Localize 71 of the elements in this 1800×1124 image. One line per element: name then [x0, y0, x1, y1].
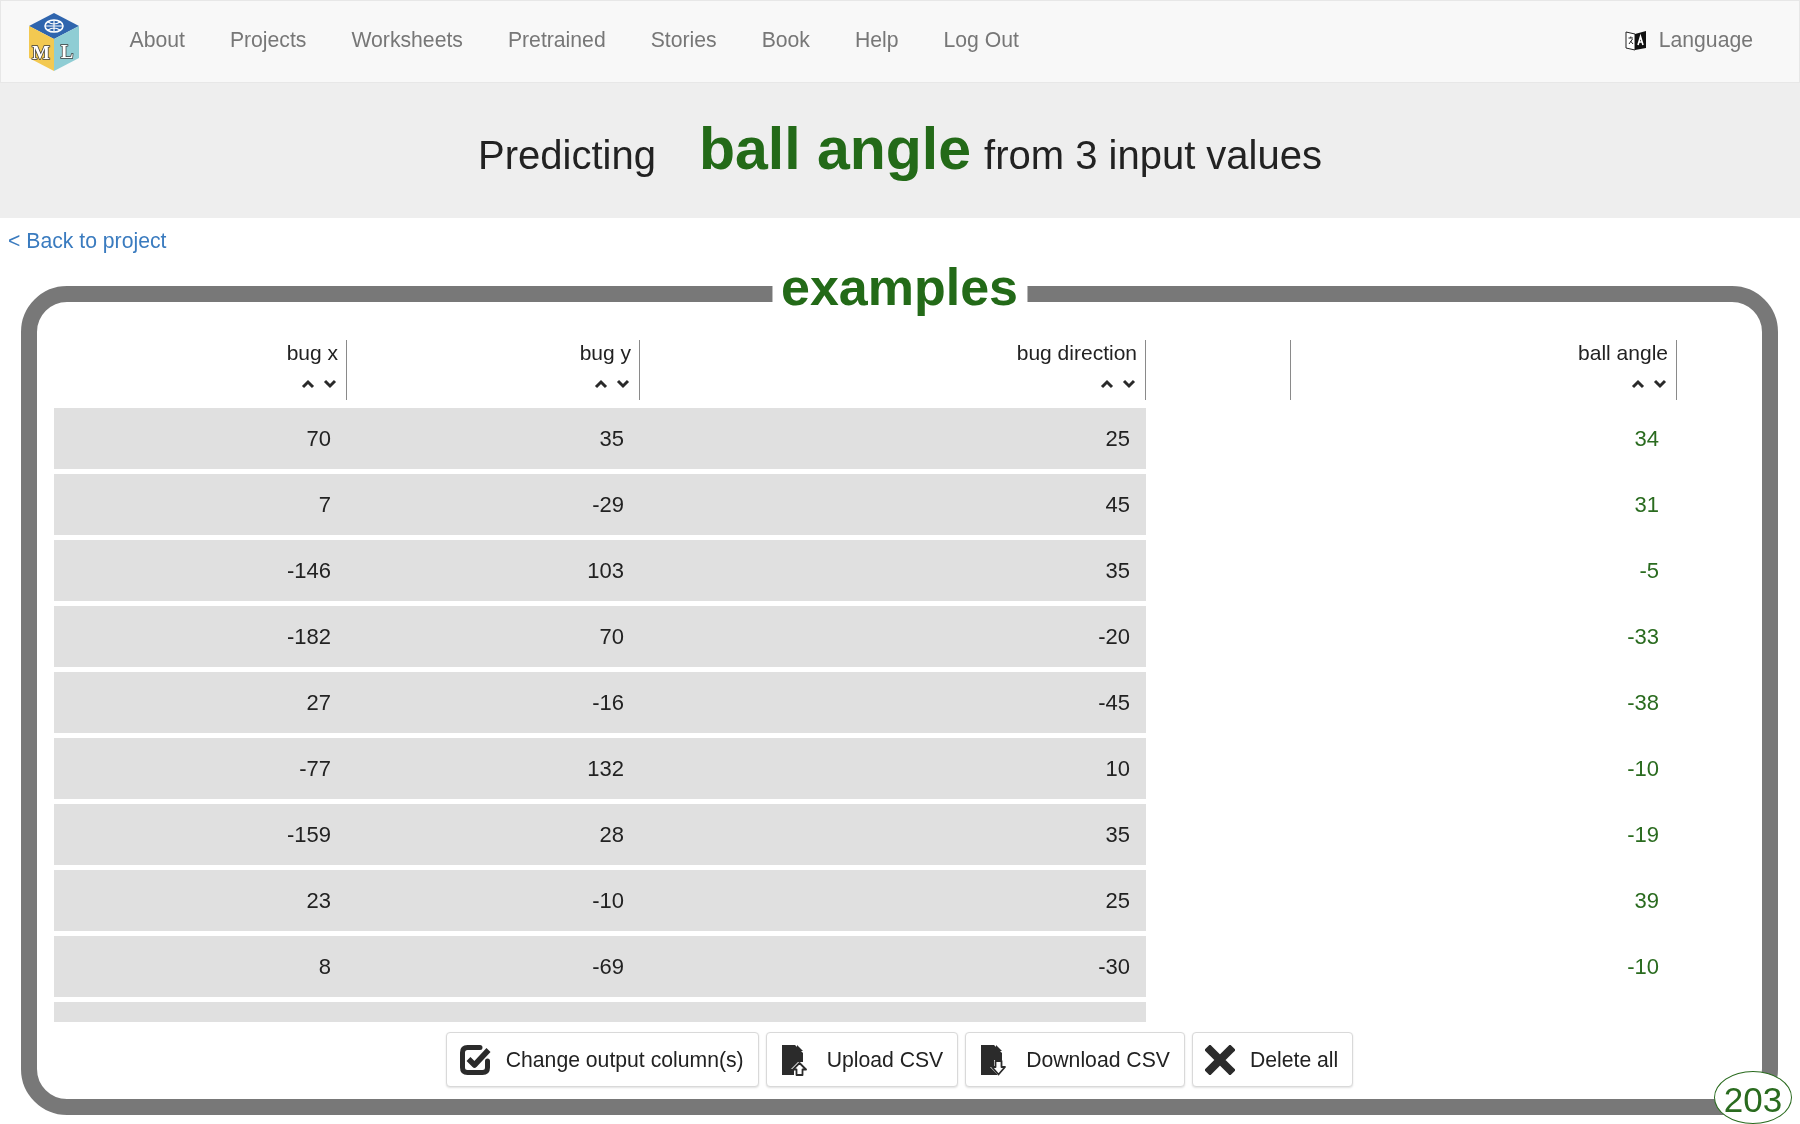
chevron-down-icon[interactable]: [323, 379, 337, 389]
table-cell: 23: [54, 870, 347, 931]
count-badge: 203: [1714, 1071, 1792, 1124]
table-cell-text: 31: [1633, 491, 1660, 519]
cross-icon: [1204, 1044, 1235, 1075]
table-cell: -10: [347, 870, 640, 931]
nav-link[interactable]: Help: [832, 26, 921, 53]
chevron-down-icon[interactable]: [616, 379, 630, 389]
table-cell: 27: [54, 672, 347, 733]
download-button[interactable]: Download CSV: [965, 1032, 1185, 1087]
table-cell: 28: [347, 804, 640, 865]
chevron-up-icon[interactable]: [1631, 379, 1645, 389]
chevron-down-icon[interactable]: [1653, 379, 1667, 389]
chevron-down-icon[interactable]: [1122, 379, 1136, 389]
nav-link[interactable]: Projects: [207, 26, 329, 53]
table-cell: -45: [640, 672, 1146, 733]
table-cell: 103: [347, 540, 640, 601]
table-cell: -16: [347, 672, 640, 733]
table-cell: -182: [54, 606, 347, 667]
nav-link[interactable]: Stories: [628, 26, 740, 53]
table-cell: 45: [640, 474, 1146, 535]
table-cell-text: -5: [1638, 557, 1660, 585]
table-cell: -146: [54, 540, 347, 601]
nav-link[interactable]: Book: [739, 26, 833, 53]
table-cell: -29: [347, 474, 640, 535]
chevron-up-icon[interactable]: [301, 379, 315, 389]
change-columns-button[interactable]: Change output column(s): [445, 1032, 759, 1087]
table-cell-text: 39: [1633, 887, 1660, 915]
table-cell: -77: [54, 738, 347, 799]
table-cell: -20: [640, 606, 1146, 667]
table-cell: 8: [54, 936, 347, 997]
language-menu[interactable]: Language: [1624, 26, 1753, 53]
chevron-up-icon[interactable]: [594, 379, 608, 389]
chevron-up-icon[interactable]: [1100, 379, 1114, 389]
back-link[interactable]: < Back to project: [8, 229, 167, 252]
table-cell: 35: [640, 540, 1146, 601]
document-arrow-down-icon: [980, 1043, 1007, 1076]
heading-text: from 3 input values: [984, 135, 1322, 175]
table-cell: 25: [640, 408, 1146, 469]
heading-text: Predicting: [478, 135, 656, 175]
table-cell: 35: [640, 804, 1146, 865]
table-cell-text: -33: [1626, 623, 1660, 651]
table-cell-text: -38: [1626, 689, 1660, 717]
column-header: bug x: [286, 340, 338, 366]
table-cell-text: -10: [1626, 953, 1660, 981]
document-arrow-up-icon: [780, 1043, 807, 1076]
target-name: ball angle: [698, 120, 972, 179]
table-cell-text: -10: [1626, 755, 1660, 783]
table-cell: 70: [54, 408, 347, 469]
translate-icon: [1624, 28, 1647, 51]
table-cell-text: -19: [1626, 821, 1660, 849]
table-cell: -69: [347, 936, 640, 997]
table-cell: 7: [54, 474, 347, 535]
table-cell-text: 34: [1633, 425, 1660, 453]
table-cell: 25: [640, 870, 1146, 931]
table-cell: -159: [54, 804, 347, 865]
table-cell: 70: [347, 606, 640, 667]
checked-box-icon: [458, 1043, 491, 1076]
upload-button[interactable]: Upload CSV: [765, 1032, 959, 1087]
column-header: bug y: [579, 340, 631, 366]
table-cell: 35: [347, 408, 640, 469]
column-header: ball angle: [1578, 340, 1668, 366]
table-cell: -30: [640, 936, 1146, 997]
delete-button[interactable]: Delete all: [1191, 1032, 1354, 1087]
nav-link[interactable]: About: [107, 26, 208, 53]
column-header: bug direction: [1016, 340, 1137, 366]
nav-link[interactable]: Pretrained: [485, 26, 629, 53]
nav-link[interactable]: Worksheets: [328, 26, 486, 53]
table-cell: 10: [640, 738, 1146, 799]
table-cell: 132: [347, 738, 640, 799]
nav-link[interactable]: Log Out: [921, 26, 1042, 53]
